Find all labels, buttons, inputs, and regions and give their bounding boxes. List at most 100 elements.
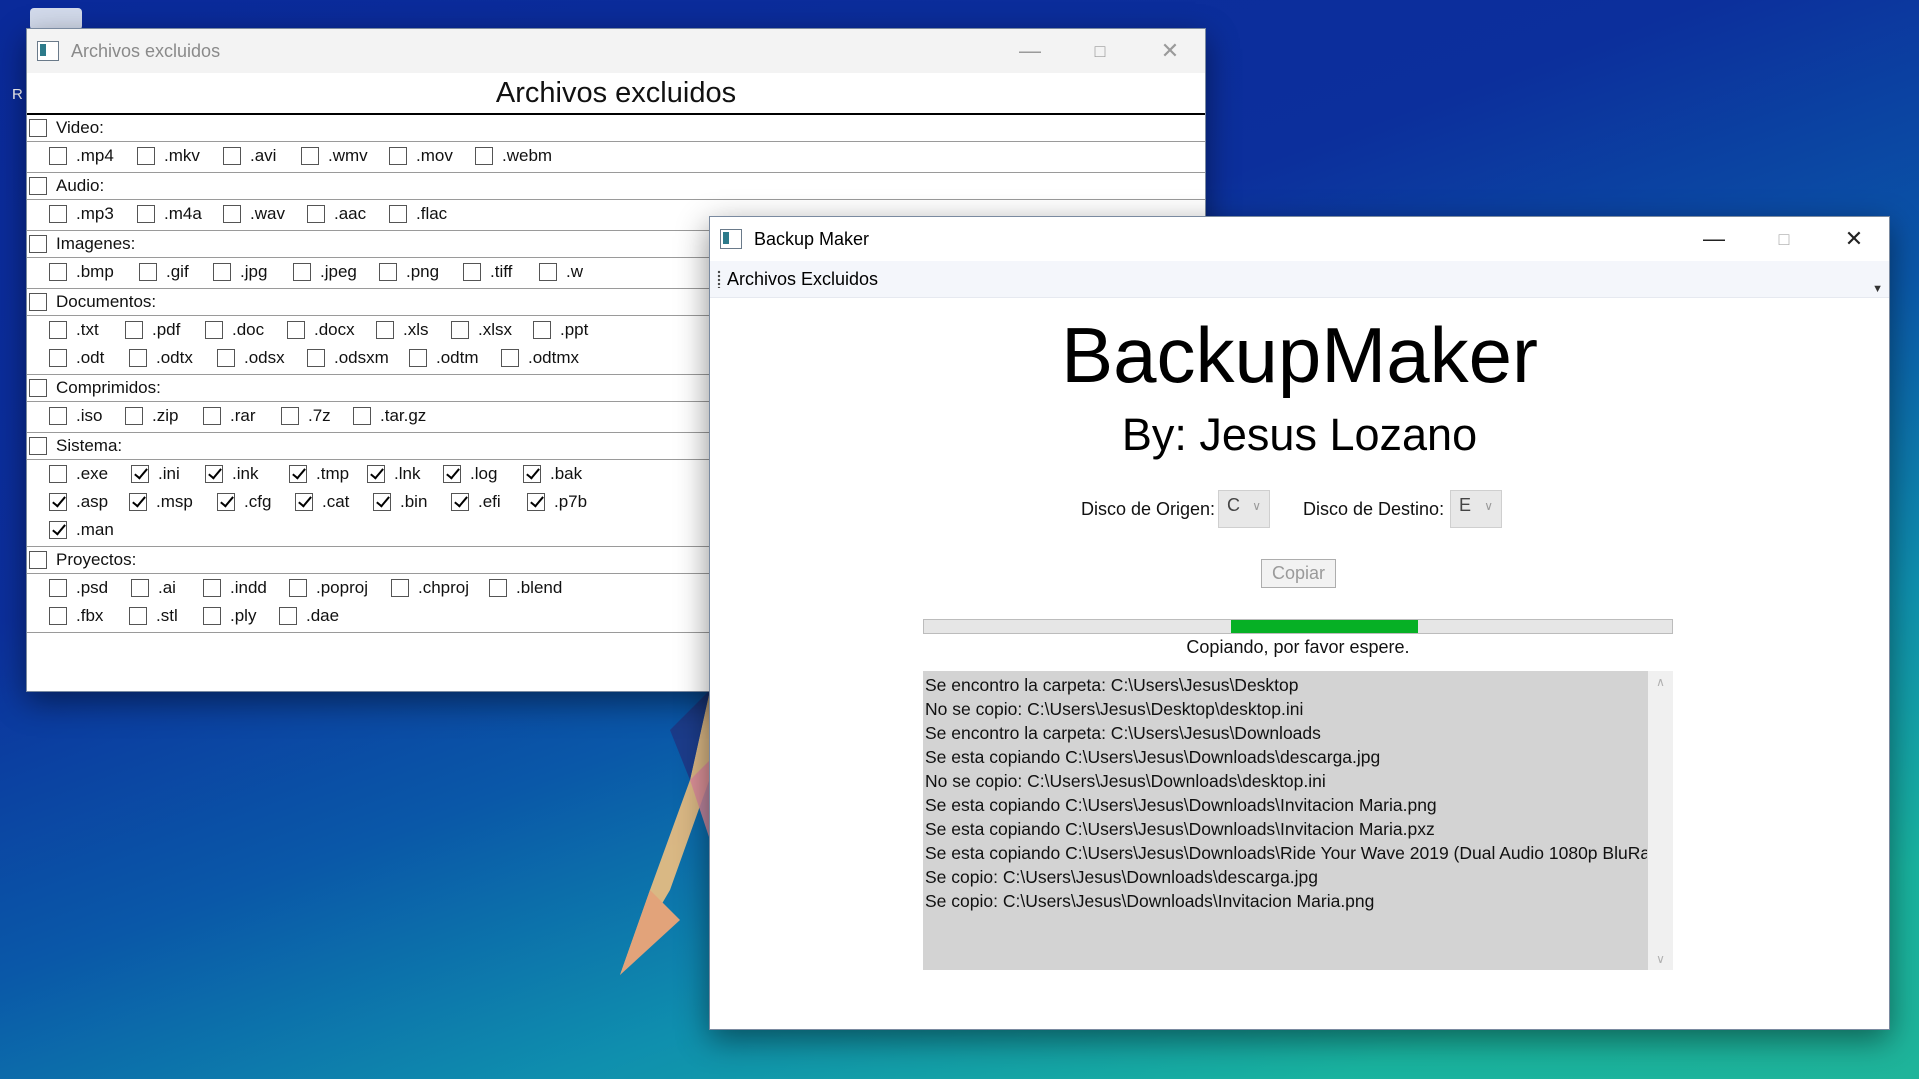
category-checkbox[interactable] [29,293,47,311]
extension-checkbox[interactable] [451,493,469,511]
backup-window-titlebar[interactable]: Backup Maker — □ ✕ [710,217,1889,261]
minimize-button[interactable]: — [1679,217,1749,261]
extension-option[interactable]: .odtx [129,348,193,368]
extension-option[interactable]: .xlsx [451,320,512,340]
extension-checkbox[interactable] [353,407,371,425]
extension-checkbox[interactable] [367,465,385,483]
extension-option[interactable]: .blend [489,578,562,598]
extension-checkbox[interactable] [49,263,67,281]
extension-option[interactable]: .odsx [217,348,285,368]
extension-option[interactable]: .p7b [527,492,587,512]
extension-checkbox[interactable] [533,321,551,339]
extension-option[interactable]: .msp [129,492,193,512]
extension-option[interactable]: .asp [49,492,108,512]
extension-option[interactable]: .xls [376,320,429,340]
extension-option[interactable]: .mkv [137,146,200,166]
extension-option[interactable]: .7z [281,406,331,426]
extension-option[interactable]: .txt [49,320,99,340]
extension-checkbox[interactable] [217,349,235,367]
excluded-window-titlebar[interactable]: Archivos excluidos — □ ✕ [27,29,1205,73]
extension-option[interactable]: .tar.gz [353,406,426,426]
extension-checkbox[interactable] [49,493,67,511]
extension-option[interactable]: .pdf [125,320,180,340]
extension-option[interactable]: .dae [279,606,339,626]
extension-checkbox[interactable] [137,205,155,223]
log-output[interactable]: Se encontro la carpeta: C:\Users\Jesus\D… [923,671,1673,970]
extension-checkbox[interactable] [203,607,221,625]
extension-option[interactable]: .wmv [301,146,368,166]
extension-option[interactable]: .mp3 [49,204,114,224]
extension-option[interactable]: .wav [223,204,285,224]
extension-option[interactable]: .indd [203,578,267,598]
extension-option[interactable]: .jpeg [293,262,357,282]
extension-option[interactable]: .exe [49,464,108,484]
extension-option[interactable]: .png [379,262,439,282]
extension-checkbox[interactable] [49,205,67,223]
extension-option[interactable]: .doc [205,320,264,340]
close-button[interactable]: ✕ [1135,29,1205,73]
extension-checkbox[interactable] [279,607,297,625]
extension-checkbox[interactable] [131,465,149,483]
extension-checkbox[interactable] [307,349,325,367]
extension-option[interactable]: .bmp [49,262,114,282]
maximize-button[interactable]: □ [1065,29,1135,73]
extension-checkbox[interactable] [527,493,545,511]
origin-disk-select[interactable]: C ∨ [1218,490,1270,528]
extension-option[interactable]: .log [443,464,497,484]
extension-option[interactable]: .tmp [289,464,349,484]
extension-checkbox[interactable] [125,321,143,339]
extension-option[interactable]: .mp4 [49,146,114,166]
extension-option[interactable]: .poproj [289,578,368,598]
extension-checkbox[interactable] [289,579,307,597]
extension-option[interactable]: .zip [125,406,178,426]
extension-option[interactable]: .jpg [213,262,267,282]
extension-checkbox[interactable] [213,263,231,281]
extension-option[interactable]: .man [49,520,114,540]
extension-option[interactable]: .docx [287,320,355,340]
category-header[interactable]: Video: [27,115,1205,142]
recycle-bin-icon[interactable] [30,8,82,30]
extension-checkbox[interactable] [49,349,67,367]
extension-option[interactable]: .cat [295,492,349,512]
extension-option[interactable]: .m4a [137,204,202,224]
extension-checkbox[interactable] [289,465,307,483]
category-checkbox[interactable] [29,177,47,195]
extension-option[interactable]: .gif [139,262,189,282]
extension-option[interactable]: .cfg [217,492,271,512]
extension-checkbox[interactable] [205,321,223,339]
extension-checkbox[interactable] [125,407,143,425]
extension-option[interactable]: .odtm [409,348,479,368]
scroll-down-icon[interactable]: ∨ [1648,952,1673,966]
extension-checkbox[interactable] [129,349,147,367]
extension-checkbox[interactable] [49,407,67,425]
extension-option[interactable]: .psd [49,578,108,598]
menu-item-archivos-excluidos[interactable]: Archivos Excluidos [727,269,878,290]
extension-option[interactable]: .fbx [49,606,103,626]
extension-option[interactable]: .avi [223,146,276,166]
scroll-up-icon[interactable]: ∧ [1648,675,1673,689]
category-checkbox[interactable] [29,379,47,397]
extension-option[interactable]: .w [539,262,583,282]
extension-option[interactable]: .tiff [463,262,512,282]
toolbar-grip-icon[interactable] [717,270,721,288]
category-checkbox[interactable] [29,437,47,455]
category-checkbox[interactable] [29,235,47,253]
extension-checkbox[interactable] [217,493,235,511]
extension-option[interactable]: .odt [49,348,104,368]
extension-checkbox[interactable] [223,205,241,223]
maximize-button[interactable]: □ [1749,217,1819,261]
extension-checkbox[interactable] [129,493,147,511]
extension-option[interactable]: .ply [203,606,256,626]
extension-checkbox[interactable] [49,321,67,339]
extension-option[interactable]: .odtmx [501,348,579,368]
extension-option[interactable]: .odsxm [307,348,389,368]
extension-checkbox[interactable] [373,493,391,511]
extension-checkbox[interactable] [475,147,493,165]
extension-checkbox[interactable] [301,147,319,165]
extension-option[interactable]: .bak [523,464,582,484]
extension-checkbox[interactable] [389,147,407,165]
extension-checkbox[interactable] [295,493,313,511]
extension-checkbox[interactable] [49,579,67,597]
minimize-button[interactable]: — [995,29,1065,73]
extension-option[interactable]: .bin [373,492,427,512]
